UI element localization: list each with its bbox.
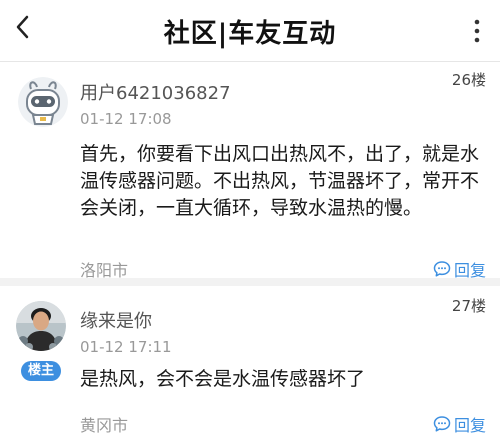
comment-item: 楼主 缘来是你 27楼 01-12 17:11 是热风，会不会是水温传感器坏了 … [0, 293, 500, 441]
comment-item: 用户6421036827 26楼 01-12 17:08 首先，你要看下出风口出… [0, 63, 500, 286]
person-photo-avatar[interactable] [16, 301, 66, 351]
username[interactable]: 用户6421036827 [80, 79, 231, 105]
post-time: 01-12 17:08 [80, 110, 172, 128]
floor-number: 27楼 [451, 297, 486, 315]
reply-label: 回复 [453, 261, 486, 280]
navbar: 社区|车友互动 [0, 0, 500, 62]
reply-button[interactable]: 回复 [433, 412, 486, 436]
location-text: 洛阳市 [80, 261, 129, 280]
more-button[interactable] [464, 18, 490, 44]
username[interactable]: 缘来是你 [80, 307, 152, 333]
more-vertical-icon [474, 19, 480, 43]
location-text: 黄冈市 [80, 416, 129, 435]
robot-avatar[interactable] [18, 77, 68, 127]
comment-bubble-icon [433, 416, 451, 432]
reply-button[interactable]: 回复 [433, 257, 486, 281]
comment-bubble-icon [433, 261, 451, 277]
post-time: 01-12 17:11 [80, 338, 172, 356]
comment-text: 是热风，会不会是水温传感器坏了 [80, 368, 366, 390]
page-title: 社区|车友互动 [163, 19, 337, 49]
reply-label: 回复 [453, 416, 486, 435]
thread-owner-badge: 楼主 [21, 361, 61, 381]
floor-number: 26楼 [451, 71, 486, 89]
comment-text: 首先，你要看下出风口出热风不，出了，就是水温传感器问题。不出热风，节温器坏了，常… [80, 143, 480, 219]
